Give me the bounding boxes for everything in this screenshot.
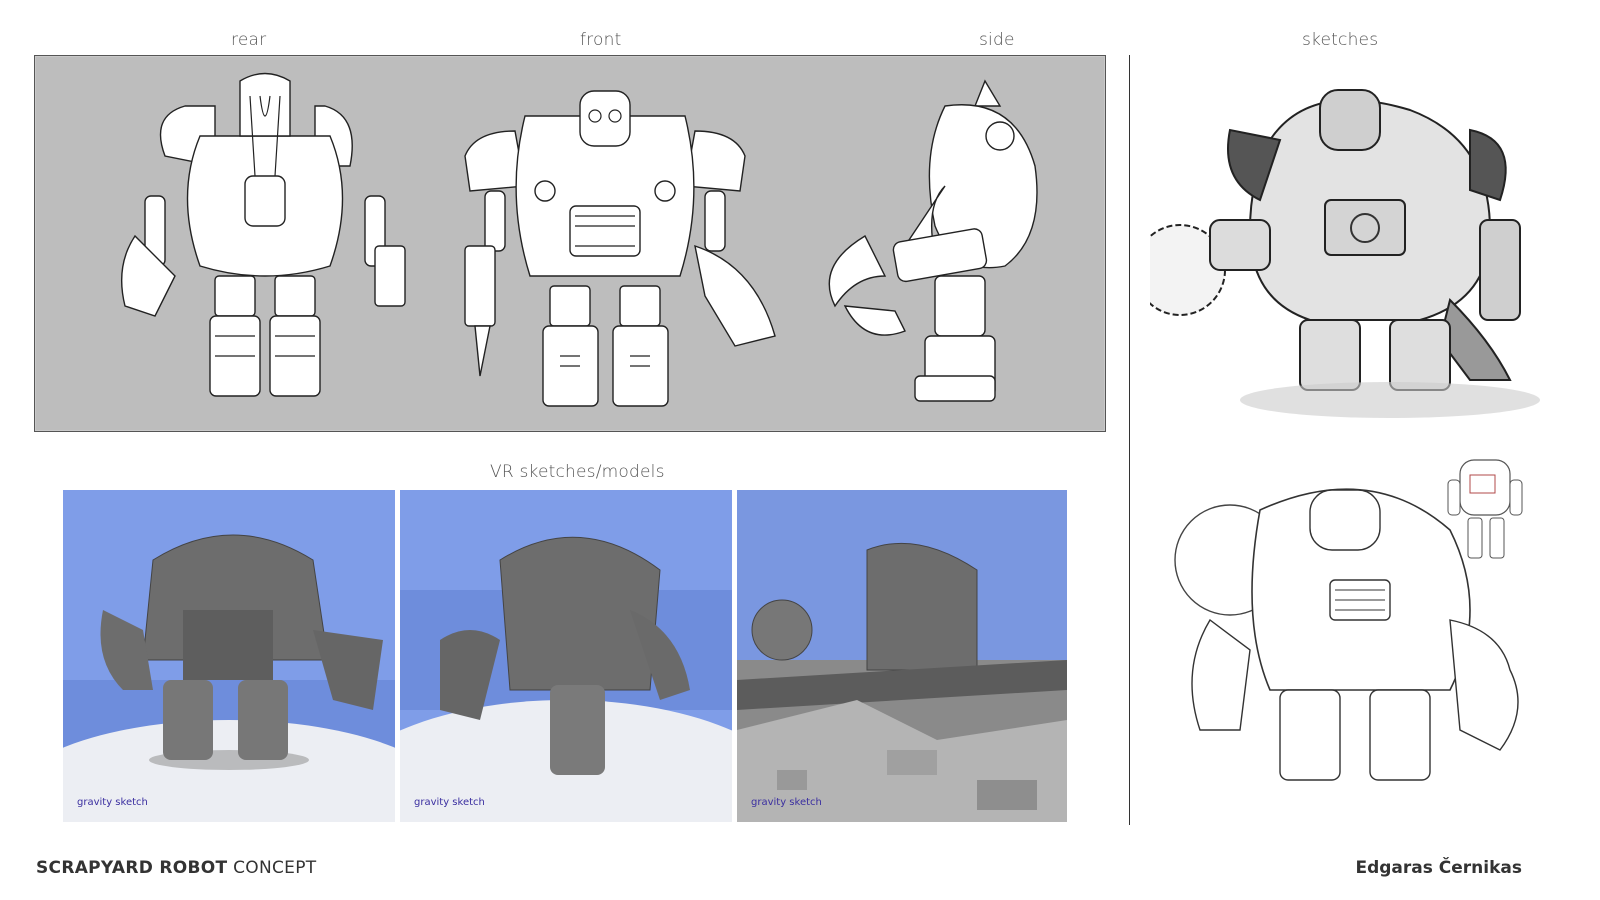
vr-tile-2: gravity sketch [400, 490, 732, 822]
sketches-label: sketches [1302, 30, 1379, 50]
colored-sketch [1150, 89, 1540, 418]
vr-tile-1-watermark: gravity sketch [77, 797, 148, 808]
turnaround-panel [34, 55, 1106, 432]
front-robot-drawing [464, 90, 776, 407]
turnaround-drawings [120, 72, 1038, 407]
project-title-bold: SCRAPYARD ROBOT [36, 858, 228, 878]
project-title-light: CONCEPT [227, 858, 317, 878]
author-name: Edgaras Černikas [1355, 858, 1522, 878]
vr-tile-1: gravity sketch [63, 490, 395, 822]
project-title: SCRAPYARD ROBOT CONCEPT [36, 858, 316, 878]
vr-tile-3-watermark: gravity sketch [751, 797, 822, 808]
front-view-label: front [580, 30, 622, 50]
section-divider [1129, 55, 1130, 825]
vr-tile-3: gravity sketch [737, 490, 1067, 822]
rear-view-label: rear [231, 30, 267, 50]
side-robot-drawing [828, 79, 1038, 402]
side-view-label: side [979, 30, 1015, 50]
vr-tile-2-watermark: gravity sketch [414, 797, 485, 808]
vr-section-label: VR sketches/models [490, 462, 665, 482]
thumbnail-sketch [1447, 459, 1523, 559]
rear-robot-drawing [120, 72, 406, 397]
